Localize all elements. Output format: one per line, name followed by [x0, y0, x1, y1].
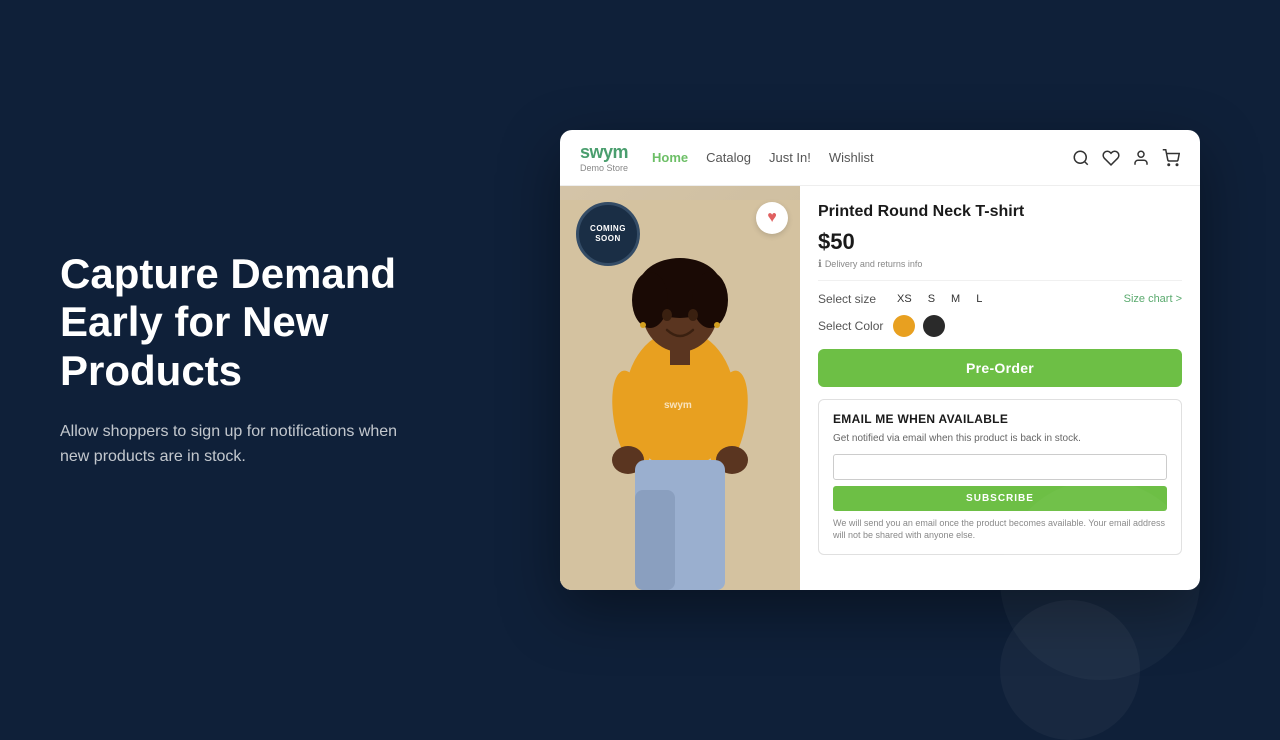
size-chart-link[interactable]: Size chart > — [1124, 293, 1182, 305]
nav-wishlist[interactable]: Wishlist — [829, 150, 874, 165]
delivery-label[interactable]: Delivery and returns info — [825, 259, 923, 269]
search-icon[interactable] — [1072, 149, 1090, 167]
logo-area: swym Demo Store — [580, 142, 628, 173]
store-card: swym Demo Store Home Catalog Just In! Wi… — [560, 130, 1200, 590]
color-swatches — [893, 315, 945, 337]
nav-icons — [1072, 149, 1180, 167]
size-label: Select size — [818, 292, 883, 306]
wishlist-heart-icon[interactable] — [1102, 149, 1120, 167]
user-icon[interactable] — [1132, 149, 1150, 167]
color-swatch-orange[interactable] — [893, 315, 915, 337]
nav-just-in[interactable]: Just In! — [769, 150, 811, 165]
deco-circle-2 — [1000, 600, 1140, 740]
color-row: Select Color — [818, 315, 1182, 337]
size-options: XS S M L — [893, 291, 986, 307]
headline: Capture Demand Early for New Products — [60, 250, 420, 395]
product-title: Printed Round Neck T-shirt — [818, 202, 1182, 223]
subscribe-button[interactable]: SUBSCRIBE — [833, 486, 1167, 511]
svg-text:swym: swym — [664, 400, 692, 411]
coming-soon-badge: COMING SOON — [576, 202, 640, 266]
product-image-container: COMING SOON ♥ — [560, 186, 800, 590]
product-details: Printed Round Neck T-shirt $50 ℹ Deliver… — [800, 186, 1200, 590]
size-s[interactable]: S — [924, 291, 939, 307]
divider — [818, 280, 1182, 281]
size-m[interactable]: M — [947, 291, 964, 307]
product-price: $50 — [818, 229, 855, 255]
logo-sub: Demo Store — [580, 163, 628, 173]
size-row: Select size XS S M L Size chart > — [818, 291, 1182, 307]
color-label: Select Color — [818, 319, 883, 333]
nav-catalog[interactable]: Catalog — [706, 150, 751, 165]
color-swatch-black[interactable] — [923, 315, 945, 337]
price-row: $50 — [818, 229, 1182, 255]
coming-soon-line2: SOON — [595, 234, 621, 244]
email-notify-box: EMAIL ME WHEN AVAILABLE Get notified via… — [818, 399, 1182, 555]
subtext: Allow shoppers to sign up for notificati… — [60, 419, 420, 470]
coming-soon-line1: COMING — [590, 224, 626, 234]
email-notify-desc: Get notified via email when this product… — [833, 432, 1167, 446]
info-icon: ℹ — [818, 259, 822, 270]
size-l[interactable]: L — [972, 291, 986, 307]
email-notify-title: EMAIL ME WHEN AVAILABLE — [833, 412, 1167, 426]
card-body: COMING SOON ♥ — [560, 186, 1200, 590]
navbar: swym Demo Store Home Catalog Just In! Wi… — [560, 130, 1200, 186]
delivery-info: ℹ Delivery and returns info — [818, 259, 1182, 270]
logo-text: swym — [580, 142, 628, 163]
privacy-note: We will send you an email once the produ… — [833, 517, 1167, 542]
right-panel: swym Demo Store Home Catalog Just In! Wi… — [480, 110, 1280, 610]
size-xs[interactable]: XS — [893, 291, 916, 307]
cart-icon[interactable] — [1162, 149, 1180, 167]
email-input[interactable] — [833, 454, 1167, 480]
left-panel: Capture Demand Early for New Products Al… — [0, 190, 480, 530]
product-wishlist-button[interactable]: ♥ — [756, 202, 788, 234]
preorder-button[interactable]: Pre-Order — [818, 349, 1182, 387]
nav-links: Home Catalog Just In! Wishlist — [652, 150, 1072, 165]
heart-filled-icon: ♥ — [767, 209, 777, 227]
nav-home[interactable]: Home — [652, 150, 688, 165]
